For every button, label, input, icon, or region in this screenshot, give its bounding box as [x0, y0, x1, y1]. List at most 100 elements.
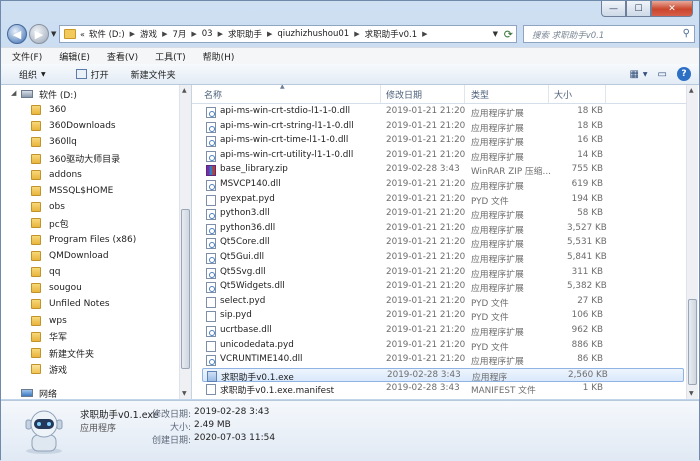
sidebar-item-folder[interactable]: obs — [31, 199, 65, 215]
file-size: 18 KB — [577, 106, 603, 116]
file-list-scrollbar[interactable]: ▲ ▼ — [686, 85, 698, 399]
file-file-icon — [206, 340, 216, 352]
file-row[interactable]: select.pyd 2019-01-21 21:20 PYD 文件 27 KB — [202, 295, 684, 310]
menu-item[interactable]: 编辑(E) — [59, 50, 90, 63]
search-icon[interactable]: ⚲ — [683, 28, 690, 39]
file-size: 1 KB — [582, 383, 603, 394]
sidebar-item-folder[interactable]: 360驱动大师目录 — [31, 151, 120, 167]
file-date: 2019-01-21 21:20 — [386, 295, 466, 306]
file-row[interactable]: VCRUNTIME140.dll 2019-01-21 21:20 应用程序扩展 86… — [202, 353, 684, 368]
preview-pane-icon[interactable]: ▭ — [658, 69, 667, 80]
breadcrumb-separator-icon[interactable]: ▶ — [218, 30, 223, 38]
breadcrumb-item[interactable]: qiuzhizhushou01 — [277, 29, 349, 39]
folder-icon — [31, 283, 41, 294]
breadcrumb-separator-icon[interactable]: ▶ — [191, 30, 196, 38]
address-dropdown-icon[interactable]: ▼ — [493, 30, 498, 38]
maximize-button[interactable]: ☐ — [626, 1, 651, 17]
nav-scrollbar[interactable]: ▲ ▼ — [179, 85, 191, 399]
file-row[interactable]: python36.dll 2019-01-21 21:20 应用程序扩展 3,527 … — [202, 222, 684, 237]
sidebar-item-folder[interactable]: qq — [31, 264, 60, 280]
sidebar-item-folder[interactable]: Unfiled Notes — [31, 296, 110, 312]
breadcrumb-item[interactable]: 7月 — [172, 28, 186, 40]
help-icon[interactable]: ? — [677, 67, 691, 81]
new-folder-button[interactable]: 新建文件夹 — [131, 68, 176, 81]
breadcrumb-separator-icon[interactable]: ▶ — [130, 30, 135, 38]
sidebar-item-network[interactable]: 网络 — [21, 385, 57, 399]
breadcrumb-separator-icon[interactable]: ▶ — [422, 30, 427, 38]
sidebar-item-folder[interactable]: 游戏 — [31, 361, 67, 377]
file-row[interactable]: api-ms-win-crt-time-l1-1-0.dll 2019-01-21… — [202, 134, 684, 149]
overflow-chevron-icon[interactable]: « — [80, 30, 85, 39]
sidebar-item-drive[interactable]: 软件 (D:) — [21, 86, 77, 102]
address-bar[interactable]: « 软件 (D:) ▶ 游戏 ▶ 7月 ▶ 03 ▶ 求职助手 ▶ qiuzhizhushou01 ▶… — [59, 25, 517, 43]
new-folder-label: 新建文件夹 — [130, 70, 176, 81]
sidebar-item-folder[interactable]: 360llq — [31, 134, 77, 150]
file-row[interactable]: api-ms-win-crt-utility-l1-1-0.dll 2019-01… — [202, 149, 684, 164]
file-name: python36.dll — [220, 222, 276, 233]
scroll-down-icon[interactable]: ▼ — [182, 390, 187, 397]
file-row[interactable]: api-ms-win-crt-stdio-l1-1-0.dll 2019-01-2… — [202, 105, 684, 120]
file-row[interactable]: Qt5Core.dll 2019-01-21 21:20 应用程序扩展 5,531 K… — [202, 236, 684, 251]
recent-pages-dropdown-icon[interactable]: ▼ — [51, 30, 56, 38]
column-name[interactable]: 名称 — [204, 88, 222, 101]
sidebar-item-folder[interactable]: sougou — [31, 280, 82, 296]
sidebar-item-folder[interactable]: Program Files (x86) — [31, 232, 136, 248]
file-row[interactable]: Qt5Widgets.dll 2019-01-21 21:20 应用程序扩展 5,38… — [202, 280, 684, 295]
menu-item[interactable]: 工具(T) — [155, 50, 186, 63]
file-row[interactable]: 求职助手v0.1.exe 2019-02-28 3:43 应用程序 2,560 KB — [202, 367, 684, 383]
sidebar-item-folder[interactable]: 华军 — [31, 329, 67, 345]
file-row[interactable]: pyexpat.pyd 2019-01-21 21:20 PYD 文件 194 KB — [202, 193, 684, 208]
file-row[interactable]: Qt5Gui.dll 2019-01-21 21:20 应用程序扩展 5,841 KB — [202, 251, 684, 266]
breadcrumb-separator-icon[interactable]: ▶ — [267, 30, 272, 38]
file-row[interactable]: unicodedata.pyd 2019-01-21 21:20 PYD 文件 886… — [202, 339, 684, 354]
open-button[interactable]: 打开 — [75, 68, 109, 81]
file-row[interactable]: base_library.zip 2019-02-28 3:43 WinRAR ZI… — [202, 163, 684, 178]
breadcrumb-item[interactable]: 求职助手v0.1 — [365, 28, 418, 40]
search-input[interactable]: 搜索 求职助手v0.1 ⚲ — [523, 25, 695, 43]
close-button[interactable]: ✕ — [651, 1, 693, 17]
column-date[interactable]: 修改日期 — [386, 88, 422, 101]
sidebar-item-folder[interactable]: QMDownload — [31, 248, 109, 264]
file-list-scrollbar-thumb[interactable] — [688, 299, 697, 385]
file-row[interactable]: Qt5Svg.dll 2019-01-21 21:20 应用程序扩展 311 KB — [202, 266, 684, 281]
refresh-icon[interactable]: ⟳ — [504, 28, 513, 41]
file-row[interactable]: python3.dll 2019-01-21 21:20 应用程序扩展 58 KB — [202, 207, 684, 222]
file-row[interactable]: MSVCP140.dll 2019-01-21 21:20 应用程序扩展 619 KB — [202, 178, 684, 193]
view-options-icon[interactable]: ▦ — [629, 69, 638, 80]
menu-item[interactable]: 文件(F) — [12, 50, 42, 63]
file-date: 2019-02-28 3:43 — [386, 383, 460, 394]
sidebar-item-folder[interactable]: addons — [31, 167, 82, 183]
sidebar-item-folder[interactable]: 新建文件夹 — [31, 345, 94, 361]
breadcrumb-item[interactable]: 03 — [202, 29, 213, 39]
column-size[interactable]: 大小 — [554, 88, 572, 101]
menu-item[interactable]: 查看(V) — [107, 50, 138, 63]
sidebar-item-folder[interactable]: 360Downloads — [31, 118, 116, 134]
view-dropdown-icon[interactable]: ▼ — [643, 71, 648, 78]
file-row[interactable]: ucrtbase.dll 2019-01-21 21:20 应用程序扩展 962 KB — [202, 324, 684, 339]
nav-scrollbar-thumb[interactable] — [181, 209, 190, 369]
breadcrumb-item[interactable]: 游戏 — [140, 28, 157, 40]
forward-arrow-icon[interactable]: ▶ — [29, 24, 49, 44]
menu-item[interactable]: 帮助(H) — [203, 50, 235, 63]
file-row[interactable]: api-ms-win-crt-string-l1-1-0.dll 2019-01-… — [202, 120, 684, 135]
file-row[interactable]: sip.pyd 2019-01-21 21:20 PYD 文件 106 KB — [202, 309, 684, 324]
expand-arrow-icon[interactable]: ◢ — [11, 89, 16, 97]
back-arrow-icon[interactable]: ◀ — [7, 24, 27, 44]
breadcrumb-item[interactable]: 软件 (D:) — [89, 28, 125, 40]
sidebar-item-folder[interactable]: wps — [31, 313, 67, 329]
scroll-up-icon[interactable]: ▲ — [689, 87, 694, 94]
sidebar-item-label: Unfiled Notes — [49, 299, 110, 310]
minimize-button[interactable]: — — [601, 1, 626, 17]
sidebar-item-folder[interactable]: 360 — [31, 102, 66, 118]
sidebar-item-label: obs — [49, 202, 65, 213]
file-row[interactable]: 求职助手v0.1.exe.manifest 2019-02-28 3:43 MANI… — [202, 382, 684, 397]
sidebar-item-folder[interactable]: MSSQL$HOME — [31, 183, 113, 199]
breadcrumb-separator-icon[interactable]: ▶ — [354, 30, 359, 38]
scroll-up-icon[interactable]: ▲ — [182, 87, 187, 94]
breadcrumb-item[interactable]: 求职助手 — [228, 28, 262, 40]
sidebar-item-folder[interactable]: pc包 — [31, 215, 69, 231]
breadcrumb-separator-icon[interactable]: ▶ — [162, 30, 167, 38]
column-type[interactable]: 类型 — [471, 88, 489, 101]
organize-button[interactable]: 组织 ▼ — [19, 68, 46, 81]
scroll-down-icon[interactable]: ▼ — [689, 390, 694, 397]
